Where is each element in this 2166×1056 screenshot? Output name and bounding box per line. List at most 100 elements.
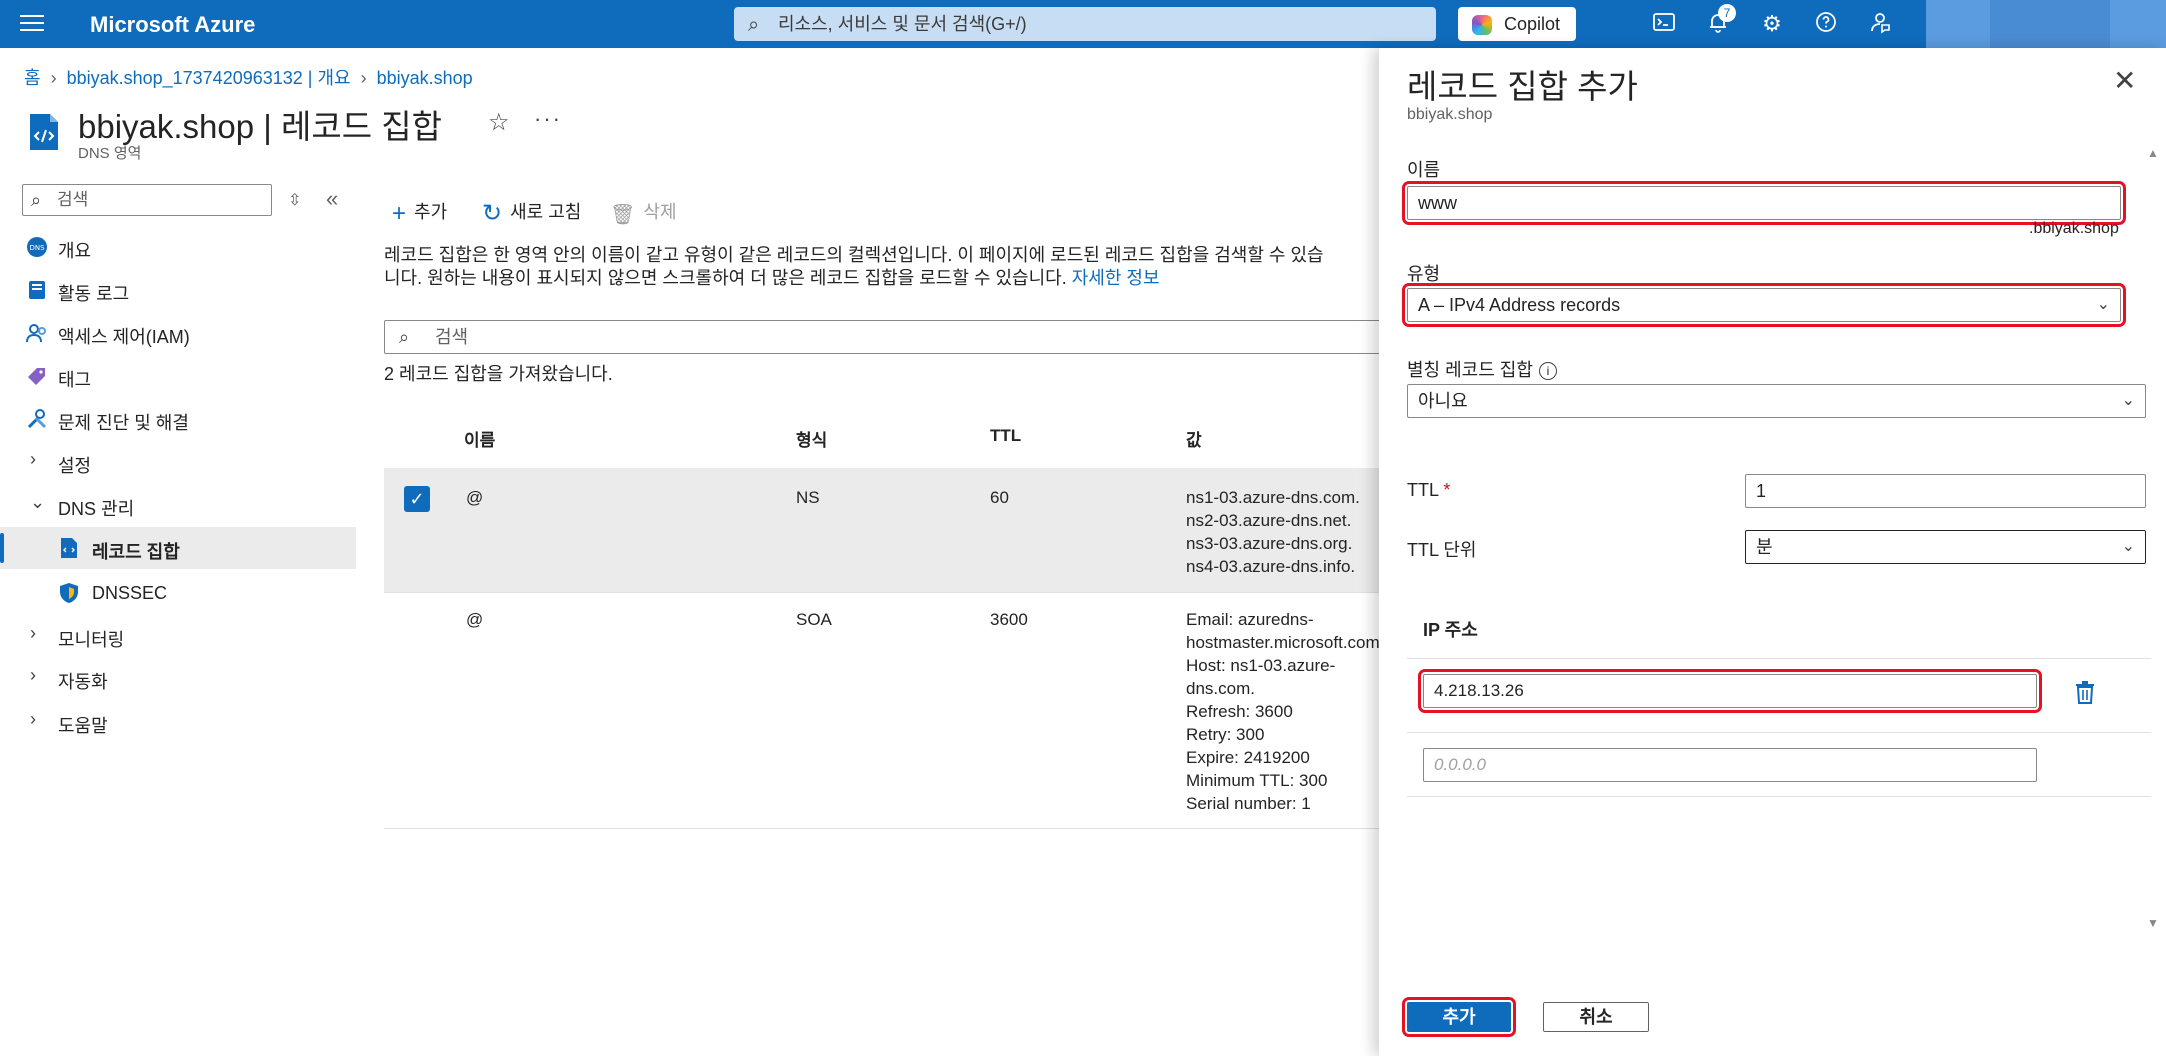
ttl-field[interactable]: 1	[1745, 474, 2146, 508]
type-dropdown[interactable]: A – IPv4 Address records ⌄	[1402, 283, 2126, 327]
sidebar-item-label: 문제 진단 및 해결	[58, 413, 189, 433]
account-area-directory[interactable]	[1990, 0, 2110, 48]
alias-dropdown[interactable]: 아니요 ⌄	[1407, 384, 2146, 418]
scroll-up-icon[interactable]: ▲	[2147, 146, 2159, 160]
global-search-placeholder: 리소스, 서비스 및 문서 검색(G+/)	[778, 14, 1027, 34]
copilot-icon	[1472, 15, 1492, 35]
delete-button[interactable]: 🗑 삭제	[610, 198, 677, 227]
chevron-down-icon: ⌄	[2096, 296, 2110, 313]
notification-badge: 7	[1718, 4, 1736, 22]
alias-label: 별칭 레코드 집합 i	[1407, 356, 1557, 382]
cell-name[interactable]: @	[466, 486, 483, 509]
name-field[interactable]: www	[1402, 181, 2126, 225]
sidebar-item-settings[interactable]: › 설정	[0, 441, 356, 483]
column-header-name[interactable]: 이름	[464, 426, 495, 451]
more-options-icon[interactable]: ···	[534, 106, 562, 132]
value-line: Host: ns1-03.azure-	[1186, 656, 1336, 675]
page-title: bbiyak.shop | 레코드 집합	[78, 108, 442, 145]
expand-collapse-icon[interactable]: ⇳	[288, 190, 301, 210]
type-selected-value: A – IPv4 Address records	[1418, 295, 1621, 315]
feedback-icon[interactable]	[1866, 10, 1894, 38]
sidebar-item-diagnose[interactable]: 문제 진단 및 해결	[0, 398, 356, 440]
shield-icon	[58, 582, 80, 604]
chevron-right-icon: ›	[50, 68, 57, 88]
chevron-down-icon: ⌄	[2121, 538, 2135, 555]
trash-icon: 🗑	[610, 204, 636, 226]
sidebar-item-iam[interactable]: 액세스 제어(IAM)	[0, 312, 356, 354]
brand-title[interactable]: Microsoft Azure	[90, 12, 255, 38]
ip-address-field[interactable]: 4.218.13.26	[1418, 669, 2042, 713]
favorite-star-icon[interactable]: ☆	[488, 108, 510, 137]
sidebar-item-dns-management[interactable]: ⌄ DNS 관리	[0, 484, 356, 526]
column-header-value[interactable]: 값	[1186, 426, 1202, 451]
cancel-button[interactable]: 취소	[1543, 1002, 1649, 1032]
search-icon: ⌕	[399, 327, 410, 347]
ip-address-header: IP 주소	[1423, 620, 1478, 640]
scroll-down-icon[interactable]: ▼	[2147, 916, 2159, 930]
sidebar-search-input[interactable]: ⌕ 검색	[22, 184, 272, 216]
collapse-sidebar-icon[interactable]: «	[326, 186, 338, 212]
panel-subtitle: bbiyak.shop	[1407, 106, 1493, 123]
divider	[1407, 732, 2151, 733]
settings-gear-icon[interactable]: ⚙	[1758, 10, 1786, 38]
delete-ip-trash-icon[interactable]	[2074, 680, 2096, 711]
add-record-button[interactable]: 추가	[1402, 997, 1516, 1037]
sidebar-item-label: 도움말	[58, 716, 108, 736]
sidebar-item-label: 자동화	[58, 672, 108, 692]
cell-name[interactable]: @	[466, 608, 483, 631]
close-icon[interactable]: ✕	[2113, 64, 2136, 97]
sidebar-item-label: 액세스 제어(IAM)	[58, 327, 190, 347]
refresh-button[interactable]: ↻ 새로 고침	[482, 198, 581, 228]
new-ip-address-field[interactable]: 0.0.0.0	[1423, 748, 2037, 782]
info-icon[interactable]: i	[1538, 362, 1557, 380]
account-avatar[interactable]	[2110, 0, 2166, 48]
value-line: ns3-03.azure-dns.org.	[1186, 534, 1353, 553]
ttl-unit-dropdown[interactable]: 분 ⌄	[1745, 530, 2146, 564]
add-button[interactable]: + 추가	[392, 198, 447, 228]
column-header-ttl[interactable]: TTL	[990, 426, 1021, 446]
cloud-shell-icon[interactable]	[1650, 10, 1678, 38]
ttl-label: TTL *	[1407, 480, 1450, 501]
ttl-unit-label: TTL 단위	[1407, 540, 1477, 560]
record-sets-description: 레코드 집합은 한 영역 안의 이름이 같고 유형이 같은 레코드의 컬렉션입니…	[384, 244, 1384, 290]
description-line-1: 레코드 집합은 한 영역 안의 이름이 같고 유형이 같은 레코드의 컬렉션입니…	[384, 245, 1324, 265]
cell-type: SOA	[796, 610, 832, 629]
value-line: Serial number: 1	[1186, 794, 1311, 813]
learn-more-link[interactable]: 자세한 정보	[1072, 268, 1160, 288]
column-header-type[interactable]: 형식	[796, 426, 827, 451]
delete-label: 삭제	[643, 202, 677, 222]
sidebar-item-label: 태그	[58, 370, 92, 390]
row-checkbox-checked[interactable]: ✓	[404, 486, 430, 512]
sidebar-item-record-sets[interactable]: 레코드 집합	[0, 527, 356, 569]
sidebar-item-activity-log[interactable]: 활동 로그	[0, 269, 356, 311]
chevron-down-icon: ⌄	[30, 492, 46, 512]
record-search-input[interactable]: ⌕ 검색	[384, 320, 1384, 354]
sidebar-item-help[interactable]: › 도움말	[0, 701, 356, 743]
sidebar-item-dnssec[interactable]: DNSSEC	[0, 572, 356, 614]
value-line: hostmaster.microsoft.com	[1186, 633, 1380, 652]
ttl-unit-selected-value: 분	[1756, 537, 1773, 557]
type-label: 유형	[1407, 264, 1441, 284]
breadcrumb-zone[interactable]: bbiyak.shop	[377, 68, 473, 88]
sidebar-item-label: 개요	[58, 241, 92, 261]
value-line: Minimum TTL: 300	[1186, 771, 1328, 790]
sidebar-item-monitoring[interactable]: › 모니터링	[0, 615, 356, 657]
account-area[interactable]	[1926, 0, 1990, 48]
required-marker: *	[1443, 480, 1451, 500]
sidebar-item-automation[interactable]: › 자동화	[0, 657, 356, 699]
breadcrumb-home[interactable]: 홈	[24, 68, 41, 88]
sidebar-item-overview[interactable]: DNS 개요	[0, 226, 356, 268]
cell-ttl: 60	[990, 488, 1009, 507]
top-bar: Microsoft Azure ⌕ 리소스, 서비스 및 문서 검색(G+/) …	[0, 0, 2166, 48]
sidebar-item-tags[interactable]: 태그	[0, 355, 356, 397]
sidebar-search-placeholder: 검색	[57, 190, 89, 209]
menu-icon[interactable]	[20, 15, 44, 33]
help-icon[interactable]	[1812, 10, 1840, 38]
breadcrumb-resource-group[interactable]: bbiyak.shop_1737420963132 | 개요	[67, 68, 351, 88]
copilot-button[interactable]: Copilot	[1458, 7, 1576, 41]
tag-icon	[26, 365, 48, 387]
chevron-right-icon: ›	[360, 68, 367, 88]
global-search-input[interactable]: ⌕ 리소스, 서비스 및 문서 검색(G+/)	[734, 7, 1436, 41]
chevron-down-icon: ⌄	[2121, 392, 2135, 409]
cell-value: ns1-03.azure-dns.com. ns2-03.azure-dns.n…	[1186, 486, 1360, 578]
